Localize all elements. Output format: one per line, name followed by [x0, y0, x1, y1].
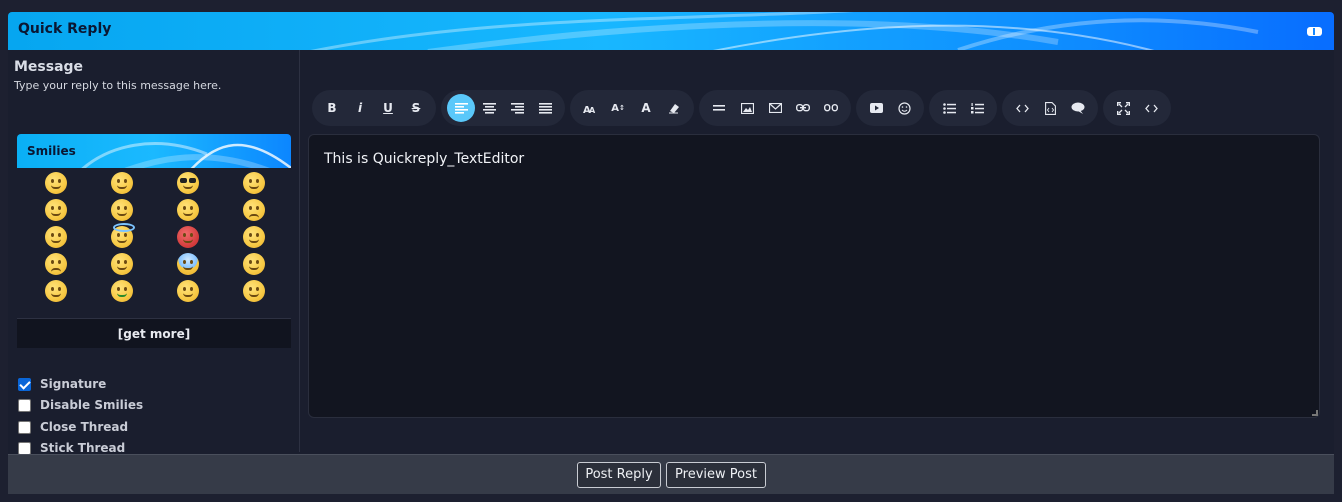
eek-icon[interactable]: [45, 280, 67, 302]
toolbar-group-align: [441, 90, 565, 126]
message-description: Type your reply to this message here.: [14, 79, 222, 92]
scream-icon[interactable]: [177, 253, 199, 275]
frown-icon[interactable]: [243, 199, 265, 221]
font-size-label: A: [611, 102, 619, 114]
editor-toolbar: B i U S AA A ↕ A: [312, 90, 1176, 126]
toolbar-group-text-style: B i U S: [312, 90, 436, 126]
resize-handle-icon[interactable]: [1312, 410, 1318, 416]
align-right-icon[interactable]: [503, 94, 531, 122]
smilies-title: Smilies: [27, 144, 76, 158]
tongue-icon[interactable]: [45, 199, 67, 221]
relieved-icon[interactable]: [177, 280, 199, 302]
stick-thread-checkbox[interactable]: [18, 441, 31, 455]
right-column: B i U S AA A ↕ A This is Quickreply_Text…: [301, 50, 1334, 452]
source-view-icon[interactable]: [1137, 94, 1165, 122]
message-label: Message: [14, 59, 84, 75]
footer-bar: Post Reply Preview Post: [8, 454, 1334, 494]
text-color-button[interactable]: A: [632, 94, 660, 122]
emoticon-icon[interactable]: [890, 94, 918, 122]
collapse-toggle-icon[interactable]: [1307, 27, 1322, 36]
smile-icon[interactable]: [45, 172, 67, 194]
quick-reply-panel: Quick Reply Message Type your reply to t…: [8, 12, 1334, 494]
signature-checkbox[interactable]: [18, 377, 31, 391]
align-center-icon[interactable]: [475, 94, 503, 122]
image-icon[interactable]: [733, 94, 761, 122]
numbered-list-icon[interactable]: [963, 94, 991, 122]
toolbar-group-font: AA A ↕ A: [570, 90, 694, 126]
underline-button[interactable]: U: [374, 94, 402, 122]
bullet-list-icon[interactable]: [935, 94, 963, 122]
toolbar-group-view: [1103, 90, 1171, 126]
smirk-icon[interactable]: [111, 199, 133, 221]
unlink-icon[interactable]: [817, 94, 845, 122]
align-justify-icon[interactable]: [531, 94, 559, 122]
email-icon[interactable]: [761, 94, 789, 122]
close-thread-checkbox[interactable]: [18, 420, 31, 434]
happy-icon[interactable]: [177, 199, 199, 221]
grin-icon[interactable]: [243, 172, 265, 194]
link-icon[interactable]: [789, 94, 817, 122]
header-swoosh-decoration: [310, 12, 1259, 50]
fullscreen-icon[interactable]: [1109, 94, 1137, 122]
get-more-smilies-link[interactable]: [get more]: [17, 318, 291, 348]
rolleyes-icon[interactable]: [243, 280, 265, 302]
bold-button[interactable]: B: [318, 94, 346, 122]
stick-thread-label: Stick Thread: [40, 441, 126, 455]
sneeze-icon[interactable]: [111, 253, 133, 275]
option-disable-smilies[interactable]: Disable Smilies: [18, 395, 143, 415]
html-code-icon[interactable]: [1036, 94, 1064, 122]
code-icon[interactable]: [1008, 94, 1036, 122]
toolbar-group-code: [1002, 90, 1098, 126]
option-signature[interactable]: Signature: [18, 374, 106, 394]
font-family-icon[interactable]: AA: [576, 94, 604, 122]
blush-icon[interactable]: [243, 226, 265, 248]
close-thread-label: Close Thread: [40, 420, 129, 434]
confused-icon[interactable]: [45, 226, 67, 248]
editor-content[interactable]: This is Quickreply_TextEditor: [324, 151, 524, 167]
toolbar-group-insert: [699, 90, 851, 126]
font-size-superscript-icon: ↕: [618, 104, 625, 112]
disable-smilies-label: Disable Smilies: [40, 398, 144, 412]
toolbar-group-media: [856, 90, 924, 126]
quick-reply-editor[interactable]: This is Quickreply_TextEditor: [308, 134, 1320, 418]
cool-icon[interactable]: [177, 172, 199, 194]
strikethrough-button[interactable]: S: [402, 94, 430, 122]
signature-label: Signature: [40, 377, 107, 391]
quote-icon[interactable]: [1064, 94, 1092, 122]
align-left-icon[interactable]: [447, 94, 475, 122]
money-icon[interactable]: [111, 280, 133, 302]
smilies-grid: [17, 172, 291, 307]
toolbar-group-lists: [929, 90, 997, 126]
font-size-button[interactable]: A ↕: [604, 94, 632, 122]
eraser-icon[interactable]: [660, 94, 688, 122]
post-reply-button[interactable]: Post Reply: [577, 462, 661, 488]
kiss-icon[interactable]: [243, 253, 265, 275]
video-icon[interactable]: [862, 94, 890, 122]
smilies-header: Smilies: [17, 134, 291, 168]
left-column: Message Type your reply to this message …: [8, 50, 300, 455]
horizontal-rule-icon[interactable]: [705, 94, 733, 122]
wink-icon[interactable]: [111, 172, 133, 194]
option-close-thread[interactable]: Close Thread: [18, 417, 128, 437]
preview-post-button[interactable]: Preview Post: [666, 462, 766, 488]
smilies-box: Smilies [get more]: [17, 134, 291, 348]
disable-smilies-checkbox[interactable]: [18, 398, 31, 412]
angel-icon[interactable]: [111, 223, 135, 248]
quick-reply-title: Quick Reply: [18, 21, 112, 37]
quick-reply-header: Quick Reply: [8, 12, 1334, 50]
italic-button[interactable]: i: [346, 94, 374, 122]
svg-text:A: A: [589, 106, 596, 114]
angry-icon[interactable]: [177, 226, 199, 248]
mad-icon[interactable]: [45, 253, 67, 275]
